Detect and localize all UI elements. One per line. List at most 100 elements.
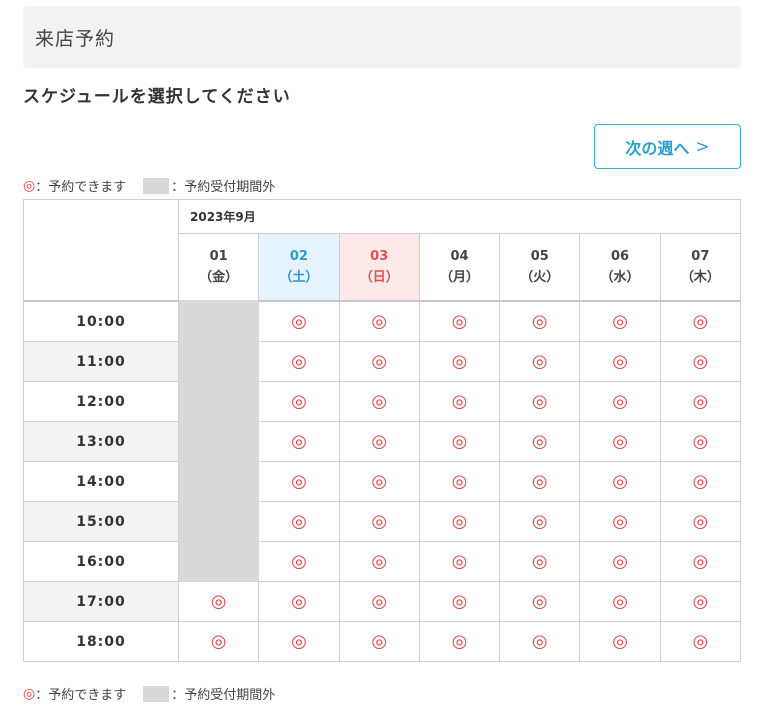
slot-available[interactable]: ◎ — [579, 621, 661, 662]
slot-available[interactable]: ◎ — [659, 621, 742, 662]
slot-closed — [177, 381, 260, 422]
slot-available[interactable]: ◎ — [258, 421, 340, 462]
slot-available[interactable]: ◎ — [499, 461, 581, 502]
day-date: 07 — [691, 249, 710, 264]
slot-available[interactable]: ◎ — [338, 621, 420, 662]
slot-closed — [177, 461, 260, 502]
slot-available[interactable]: ◎ — [418, 300, 501, 342]
slot-available[interactable]: ◎ — [499, 501, 581, 542]
available-icon: ◎ — [23, 685, 36, 702]
legend-available-text: ：予約できます — [35, 688, 127, 703]
chevron-right-icon: > — [695, 136, 710, 157]
slot-available[interactable]: ◎ — [258, 341, 340, 382]
time-slot-row: 15:00 ◎ ◎ ◎ ◎ ◎ ◎ — [23, 501, 742, 542]
slot-available[interactable]: ◎ — [258, 461, 340, 502]
day-weekday: （月） — [439, 270, 479, 285]
closed-swatch — [143, 177, 170, 194]
day-weekday: （火） — [520, 270, 560, 285]
slot-available[interactable]: ◎ — [659, 501, 742, 542]
day-weekday: （金） — [199, 270, 239, 285]
slot-available[interactable]: ◎ — [338, 461, 420, 502]
slot-available[interactable]: ◎ — [258, 381, 340, 422]
slot-available[interactable]: ◎ — [579, 421, 661, 462]
slot-available[interactable]: ◎ — [499, 381, 581, 422]
slot-available[interactable]: ◎ — [177, 621, 260, 662]
time-slot-row: 13:00 ◎ ◎ ◎ ◎ ◎ ◎ — [23, 421, 742, 462]
slot-available[interactable]: ◎ — [659, 421, 742, 462]
available-icon: ◎ — [23, 177, 36, 194]
legend-bottom: ◎ ：予約できます ：予約受付期間外 — [23, 684, 275, 703]
next-week-button[interactable]: 次の週へ > — [594, 124, 741, 169]
time-label: 10:00 — [23, 300, 179, 342]
slot-available[interactable]: ◎ — [659, 581, 742, 622]
slot-available[interactable]: ◎ — [338, 341, 420, 382]
slot-available[interactable]: ◎ — [338, 501, 420, 542]
time-label: 16:00 — [23, 541, 179, 582]
slot-available[interactable]: ◎ — [579, 541, 661, 582]
slot-available[interactable]: ◎ — [338, 421, 420, 462]
slot-available[interactable]: ◎ — [499, 541, 581, 582]
slot-available[interactable]: ◎ — [499, 621, 581, 662]
schedule-instruction: スケジュールを選択してください — [23, 87, 291, 107]
slot-available[interactable]: ◎ — [258, 541, 340, 582]
slot-available[interactable]: ◎ — [258, 501, 340, 542]
slot-available[interactable]: ◎ — [418, 541, 501, 582]
slot-available[interactable]: ◎ — [418, 421, 501, 462]
slot-available[interactable]: ◎ — [418, 341, 501, 382]
slot-available[interactable]: ◎ — [659, 341, 742, 382]
time-slot-row: 18:00 ◎ ◎ ◎ ◎ ◎ ◎ ◎ — [23, 621, 742, 662]
day-weekday: （日） — [359, 270, 399, 285]
day-date: 05 — [530, 249, 549, 264]
next-week-label: 次の週へ — [625, 138, 690, 158]
slot-available[interactable]: ◎ — [579, 581, 661, 622]
time-slot-row: 17:00 ◎ ◎ ◎ ◎ ◎ ◎ ◎ — [23, 581, 742, 622]
slot-available[interactable]: ◎ — [659, 541, 742, 582]
slot-available[interactable]: ◎ — [338, 381, 420, 422]
slot-available[interactable]: ◎ — [338, 581, 420, 622]
slot-closed — [177, 541, 260, 582]
closed-swatch — [143, 685, 170, 702]
day-date: 03 — [370, 249, 389, 264]
month-label: 2023年9月 — [178, 199, 741, 234]
day-date: 06 — [611, 249, 630, 264]
slot-available[interactable]: ◎ — [338, 541, 420, 582]
time-label: 14:00 — [23, 461, 179, 502]
slot-available[interactable]: ◎ — [579, 501, 661, 542]
time-label: 11:00 — [23, 341, 179, 382]
day-header: 06 （水） — [579, 233, 661, 302]
slot-available[interactable]: ◎ — [258, 581, 340, 622]
slot-available[interactable]: ◎ — [258, 621, 340, 662]
day-date: 02 — [289, 249, 308, 264]
slot-available[interactable]: ◎ — [418, 381, 501, 422]
slot-available[interactable]: ◎ — [499, 581, 581, 622]
time-label: 15:00 — [23, 501, 179, 542]
slot-available[interactable]: ◎ — [418, 621, 501, 662]
slot-available[interactable]: ◎ — [579, 381, 661, 422]
slot-available[interactable]: ◎ — [418, 461, 501, 502]
page-title: 来店予約 — [35, 27, 116, 50]
slot-available[interactable]: ◎ — [338, 300, 420, 342]
time-header-corner — [23, 199, 179, 302]
day-weekday: （土） — [279, 270, 319, 285]
day-date: 01 — [209, 249, 228, 264]
day-header: 01 （金） — [177, 233, 260, 302]
slot-available[interactable]: ◎ — [659, 381, 742, 422]
time-label: 18:00 — [23, 621, 179, 662]
day-date: 04 — [450, 249, 469, 264]
slot-available[interactable]: ◎ — [418, 581, 501, 622]
slot-available[interactable]: ◎ — [258, 300, 340, 342]
legend-top: ◎ ：予約できます ：予約受付期間外 — [23, 176, 275, 195]
slot-available[interactable]: ◎ — [659, 461, 742, 502]
slot-available[interactable]: ◎ — [177, 581, 260, 622]
slot-closed — [177, 341, 260, 382]
slot-available[interactable]: ◎ — [499, 300, 581, 342]
slot-available[interactable]: ◎ — [579, 461, 661, 502]
slot-available[interactable]: ◎ — [499, 421, 581, 462]
legend-closed-text: ：予約受付期間外 — [171, 688, 276, 703]
slot-available[interactable]: ◎ — [499, 341, 581, 382]
slot-available[interactable]: ◎ — [579, 300, 661, 342]
legend-available-text: ：予約できます — [35, 180, 127, 195]
slot-available[interactable]: ◎ — [659, 300, 742, 342]
slot-available[interactable]: ◎ — [579, 341, 661, 382]
slot-available[interactable]: ◎ — [418, 501, 501, 542]
